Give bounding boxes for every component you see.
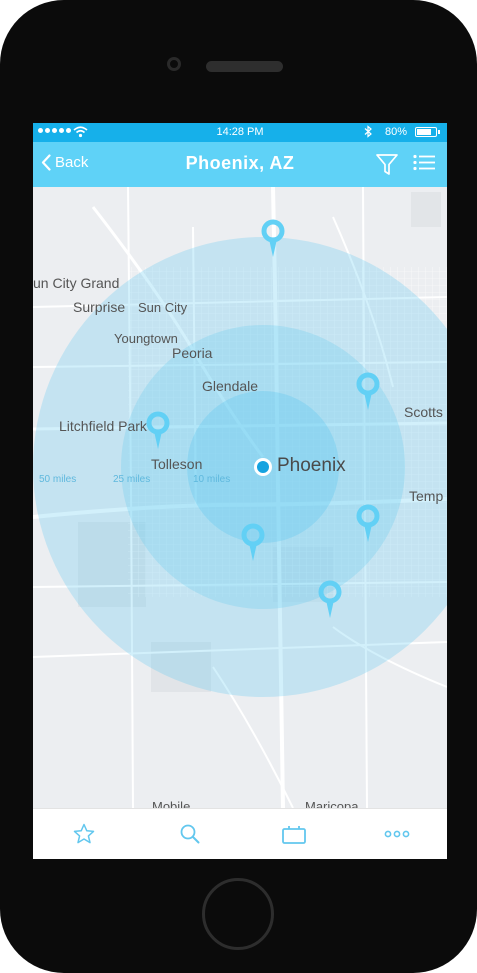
place-label-tolleson: Tolleson bbox=[151, 456, 203, 472]
search-icon bbox=[180, 824, 200, 844]
status-bar: 14:28 PM 80% bbox=[33, 123, 447, 142]
navigation-bar: Back Phoenix, AZ bbox=[33, 142, 447, 187]
place-label-peoria: Peoria bbox=[172, 345, 213, 361]
list-icon[interactable] bbox=[413, 154, 435, 172]
battery-icon bbox=[415, 127, 440, 137]
place-label-sun-city: Sun City bbox=[138, 300, 188, 315]
place-label-phoenix: Phoenix bbox=[277, 455, 346, 476]
location-pin-icon[interactable] bbox=[356, 372, 380, 412]
map-view[interactable]: un City Grand Surprise Sun City Youngtow… bbox=[33, 187, 447, 808]
place-label-mobile: Mobile bbox=[152, 799, 191, 808]
home-button[interactable] bbox=[202, 878, 274, 950]
tab-search[interactable] bbox=[175, 820, 205, 848]
location-pin-icon[interactable] bbox=[146, 411, 170, 451]
more-icon bbox=[384, 830, 410, 838]
earpiece-speaker bbox=[206, 61, 283, 72]
place-label-glendale: Glendale bbox=[202, 378, 259, 394]
star-icon bbox=[73, 823, 95, 844]
tab-bar bbox=[33, 808, 447, 859]
back-button[interactable]: Back bbox=[41, 154, 88, 171]
place-label-sun-city-grand: un City Grand bbox=[33, 275, 120, 291]
bluetooth-icon bbox=[364, 125, 372, 138]
place-label-tempe: Temp bbox=[409, 488, 444, 504]
filter-icon[interactable] bbox=[375, 152, 399, 177]
location-pin-icon[interactable] bbox=[261, 219, 285, 259]
phone-frame: 14:28 PM 80% Back Phoenix, AZ un City Gr… bbox=[0, 0, 477, 973]
place-label-surprise: Surprise bbox=[73, 299, 126, 315]
location-pin-icon[interactable] bbox=[241, 523, 265, 563]
tab-device[interactable] bbox=[279, 820, 309, 848]
place-label-youngtown: Youngtown bbox=[114, 331, 178, 346]
place-label-maricopa: Maricopa bbox=[305, 799, 359, 808]
ring-label-outer: 50 miles bbox=[39, 474, 77, 485]
ring-label-inner: 10 miles bbox=[193, 474, 231, 485]
location-pin-icon[interactable] bbox=[318, 580, 342, 620]
current-location-marker bbox=[254, 458, 272, 476]
chevron-left-icon bbox=[41, 154, 51, 171]
back-label: Back bbox=[55, 154, 89, 171]
front-camera bbox=[167, 57, 181, 71]
screen: 14:28 PM 80% Back Phoenix, AZ un City Gr… bbox=[33, 123, 447, 859]
tab-more[interactable] bbox=[382, 820, 412, 848]
place-label-litchfield-park: Litchfield Park bbox=[59, 418, 147, 434]
place-label-scottsdale: Scotts bbox=[404, 404, 443, 420]
tab-favorites[interactable] bbox=[69, 820, 99, 848]
battery-percent: 80% bbox=[385, 126, 408, 138]
device-icon bbox=[282, 826, 306, 844]
ring-label-middle: 25 miles bbox=[113, 474, 151, 485]
location-pin-icon[interactable] bbox=[356, 504, 380, 544]
